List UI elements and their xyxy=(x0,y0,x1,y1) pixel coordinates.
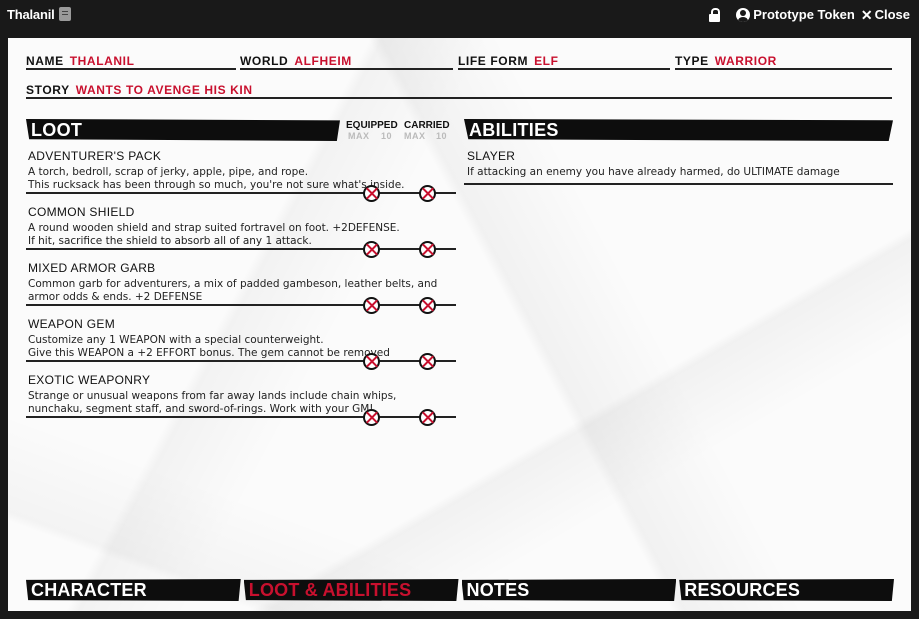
equipped-max-label: MAX xyxy=(348,131,370,141)
abilities-heading: ABILITIES xyxy=(464,119,893,141)
world-label: WORLD xyxy=(240,54,289,68)
tab-loot-abilities[interactable]: LOOT & ABILITIES xyxy=(243,579,459,601)
loot-item-name[interactable]: EXOTIC WEAPONRY xyxy=(26,373,456,387)
journal-icon[interactable] xyxy=(59,7,71,21)
type-label: TYPE xyxy=(675,54,709,68)
carried-toggle-icon[interactable] xyxy=(419,353,436,370)
carried-heading: CARRIED xyxy=(404,120,450,131)
loot-item-name[interactable]: MIXED ARMOR GARB xyxy=(26,261,456,275)
close-button[interactable]: ✕ Close xyxy=(861,7,910,22)
ability-item[interactable]: SLAYER If attacking an enemy you have al… xyxy=(464,149,893,185)
loot-item-name[interactable]: ADVENTURER'S PACK xyxy=(26,149,456,163)
loot-item-description: Customize any 1 WEAPON with a special co… xyxy=(28,334,390,359)
world-field[interactable]: WORLD ALFHEIM xyxy=(240,54,453,70)
loot-item[interactable]: ADVENTURER'S PACK A torch, bedroll, scra… xyxy=(26,149,456,205)
loot-item[interactable]: COMMON SHIELD A round wooden shield and … xyxy=(26,205,456,261)
character-sheet: NAME THALANIL WORLD ALFHEIM LIFE FORM EL… xyxy=(8,38,911,611)
equipped-toggle-icon[interactable] xyxy=(363,185,380,202)
carried-toggle-icon[interactable] xyxy=(419,409,436,426)
name-value[interactable]: THALANIL xyxy=(70,54,135,68)
tab-resources[interactable]: RESOURCES xyxy=(679,579,894,601)
equipped-toggle-icon[interactable] xyxy=(363,297,380,314)
ability-description: If attacking an enemy you have already h… xyxy=(467,166,840,178)
type-field[interactable]: TYPE WARRIOR xyxy=(675,54,892,70)
equipped-heading: EQUIPPED xyxy=(346,120,398,131)
equipped-toggle-icon[interactable] xyxy=(363,409,380,426)
tab-notes[interactable]: NOTES xyxy=(461,579,677,601)
tab-character[interactable]: CHARACTER xyxy=(26,579,241,601)
story-field[interactable]: STORY WANTS TO AVENGE HIS KIN xyxy=(26,83,892,99)
close-label: Close xyxy=(874,7,910,22)
equipped-toggle-icon[interactable] xyxy=(363,353,380,370)
story-label: STORY xyxy=(26,83,70,97)
carried-max-value[interactable]: 10 xyxy=(436,131,447,141)
world-value[interactable]: ALFHEIM xyxy=(294,54,352,68)
name-field[interactable]: NAME THALANIL xyxy=(26,54,236,70)
life-form-value[interactable]: ELF xyxy=(534,54,558,68)
loot-item-description: Strange or unusual weapons from far away… xyxy=(28,390,397,415)
divider xyxy=(26,304,456,306)
loot-item-name[interactable]: COMMON SHIELD xyxy=(26,205,456,219)
prototype-token-button[interactable]: Prototype Token xyxy=(736,7,855,22)
equipped-toggle-icon[interactable] xyxy=(363,241,380,258)
loot-item[interactable]: EXOTIC WEAPONRY Strange or unusual weapo… xyxy=(26,373,456,429)
ability-name[interactable]: SLAYER xyxy=(464,149,893,163)
carried-toggle-icon[interactable] xyxy=(419,297,436,314)
life-form-label: LIFE FORM xyxy=(458,54,529,68)
lock-icon[interactable] xyxy=(709,7,721,22)
window-controls: Prototype Token ✕ Close xyxy=(709,7,910,22)
name-label: NAME xyxy=(26,54,64,68)
window-titlebar: Thalanil Prototype Token ✕ Close xyxy=(0,0,919,30)
loot-item[interactable]: MIXED ARMOR GARB Common garb for adventu… xyxy=(26,261,456,317)
carried-toggle-icon[interactable] xyxy=(419,241,436,258)
life-form-field[interactable]: LIFE FORM ELF xyxy=(458,54,670,70)
loot-item-name[interactable]: WEAPON GEM xyxy=(26,317,456,331)
divider xyxy=(26,416,456,418)
type-value[interactable]: WARRIOR xyxy=(715,54,777,68)
prototype-token-label: Prototype Token xyxy=(753,7,855,22)
loot-item[interactable]: WEAPON GEM Customize any 1 WEAPON with a… xyxy=(26,317,456,373)
loot-item-description: A round wooden shield and strap suited f… xyxy=(28,222,400,247)
window-title: Thalanil xyxy=(7,7,55,22)
user-circle-icon xyxy=(736,7,751,22)
sheet-tabs: CHARACTER LOOT & ABILITIES NOTES RESOURC… xyxy=(26,579,894,601)
loot-item-description: Common garb for adventurers, a mix of pa… xyxy=(28,278,438,303)
divider xyxy=(26,360,456,362)
loot-heading: LOOT xyxy=(26,119,340,141)
divider xyxy=(26,248,456,250)
carried-max-label: MAX xyxy=(404,131,426,141)
loot-item-description: A torch, bedroll, scrap of jerky, apple,… xyxy=(28,166,405,191)
carried-toggle-icon[interactable] xyxy=(419,185,436,202)
close-icon: ✕ xyxy=(860,6,873,23)
story-value[interactable]: WANTS TO AVENGE HIS KIN xyxy=(76,83,253,97)
equipped-max-value[interactable]: 10 xyxy=(381,131,392,141)
divider xyxy=(26,192,456,194)
